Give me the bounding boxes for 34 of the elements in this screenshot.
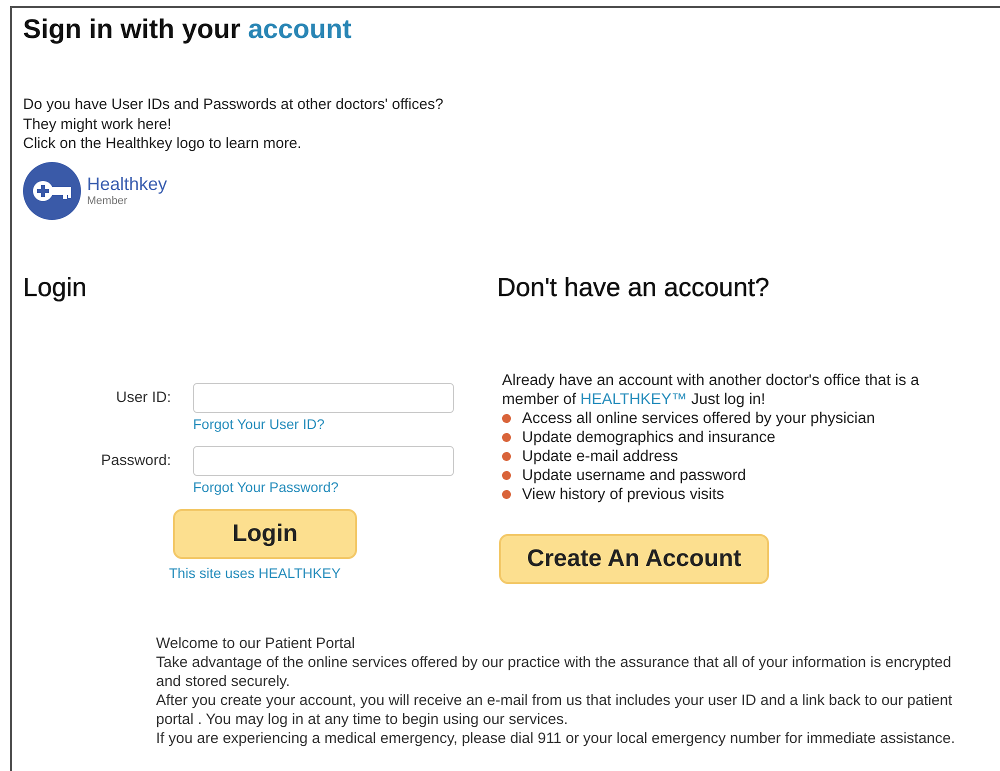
password-field[interactable] xyxy=(193,446,454,476)
benefit-text: Access all online services offered by your physician xyxy=(522,408,875,428)
logo-caption: Member xyxy=(87,195,128,207)
intro-text: They might work here! xyxy=(23,114,172,134)
user-id-field[interactable] xyxy=(193,382,454,412)
login-heading: Login xyxy=(23,272,88,302)
forgot-link[interactable]: Forgot Your Password? xyxy=(193,478,339,494)
benefit-text: Update demographics and insurance xyxy=(522,428,776,446)
key-logo-icon[interactable] xyxy=(23,162,81,220)
welcome-text: After you create your account, you will receive an e-mail from us that includes your user ID and a link back to our patient portal . You may log in at any time to begin using our services. xyxy=(156,690,954,728)
healthkey-link[interactable]: This site uses HEALTHKEY xyxy=(169,564,341,580)
logo-name[interactable]: Healthkey xyxy=(87,174,168,195)
healthkey-link[interactable]: HEALTHKEY™ xyxy=(580,390,687,408)
bullet-icon xyxy=(502,452,511,460)
bullet-icon xyxy=(502,470,511,480)
login-button[interactable]: Login xyxy=(173,508,357,558)
page-title: Sign in with your account xyxy=(23,14,353,45)
benefit-text: View history of previous visits xyxy=(522,484,724,504)
bullet-icon xyxy=(502,432,511,442)
bullet-icon xyxy=(502,414,511,422)
benefit-text: Update e-mail address xyxy=(522,446,678,466)
welcome-text: Take advantage of the online services offered by our practice with the assurance that all of your information is encrypted and stored securely. xyxy=(156,652,952,690)
benefit-text: Update username and password xyxy=(522,466,746,484)
field-label: Password: xyxy=(100,450,171,470)
create-account-button[interactable]: Create An Account xyxy=(499,534,770,584)
welcome-text: If you are experiencing a medical emergency, please dial 911 or your local emergency number for immediate assistance. xyxy=(156,728,956,748)
field-label: User ID: xyxy=(114,388,171,408)
signup-text: Already have an account with another doctor's office that is a member of HEALTHKEY™ Just log in! xyxy=(501,370,920,408)
welcome-text: Welcome to our Patient Portal xyxy=(156,634,356,652)
bullet-icon xyxy=(502,490,511,498)
intro-text: Do you have User IDs and Passwords at other doctors' offices? xyxy=(23,95,444,114)
forgot-link[interactable]: Forgot Your User ID? xyxy=(193,416,325,432)
signup-heading: Don't have an account? xyxy=(497,272,770,302)
intro-text: Click on the Healthkey logo to learn more. xyxy=(23,134,302,154)
